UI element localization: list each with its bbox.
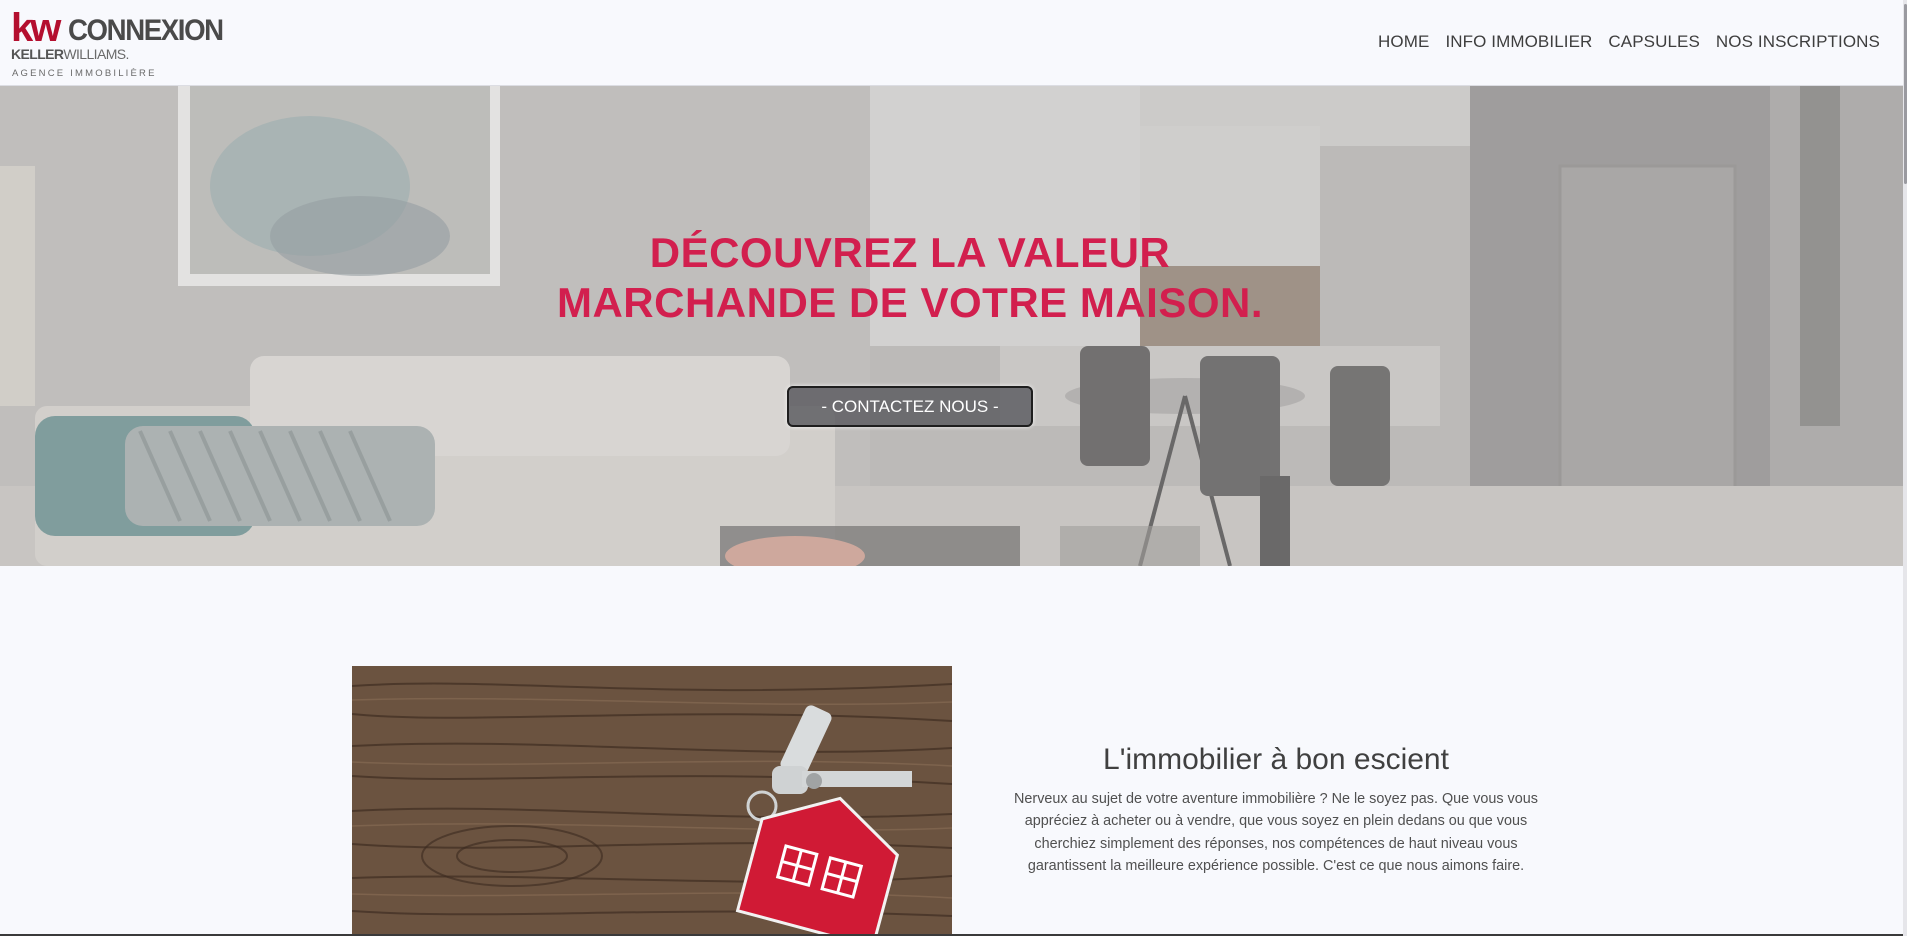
logo-tagline: AGENCE IMMOBILIÈRE [12, 68, 157, 79]
logo[interactable]: kw CONNEXION KELLERWILLIAMS. AGENCE IMMO… [11, 6, 224, 80]
about-body: Nerveux au sujet de votre aventure immob… [1014, 791, 1538, 875]
about-section: L'immobilier à bon escient Nerveux au su… [1000, 740, 1552, 878]
nav-item-capsules[interactable]: CAPSULES [1608, 32, 1700, 52]
nav-item-home[interactable]: HOME [1378, 32, 1429, 52]
logo-keller-williams: KELLERWILLIAMS. [11, 46, 129, 62]
hero-title-line-1: DÉCOUVREZ LA VALEUR [649, 229, 1171, 276]
hero-title-line-2: MARCHANDE DE VOTRE MAISON. [556, 279, 1264, 326]
house-key-image [352, 666, 952, 936]
hero-section: DÉCOUVREZ LA VALEUR MARCHANDE DE VOTRE M… [0, 86, 1903, 566]
main-nav: HOME INFO IMMOBILIER CAPSULES NOS INSCRI… [1378, 32, 1880, 52]
site-header: kw CONNEXION KELLERWILLIAMS. AGENCE IMMO… [0, 0, 1903, 86]
page-scrollbar[interactable] [1903, 0, 1907, 936]
logo-kw-mark: kw [11, 6, 61, 50]
logo-keller: KELLER [11, 46, 64, 62]
page: kw CONNEXION KELLERWILLIAMS. AGENCE IMMO… [0, 0, 1907, 936]
contact-button[interactable]: - CONTACTEZ NOUS - [787, 386, 1033, 427]
logo-brand-name: CONNEXION [68, 14, 224, 47]
house-key-illustration [352, 666, 952, 936]
nav-item-nos-inscriptions[interactable]: NOS INSCRIPTIONS [1716, 32, 1880, 52]
logo-williams: WILLIAMS. [63, 46, 129, 62]
about-heading: L'immobilier à bon escient [1103, 743, 1449, 776]
nav-item-info-immobilier[interactable]: INFO IMMOBILIER [1445, 32, 1592, 52]
hero-title: DÉCOUVREZ LA VALEUR MARCHANDE DE VOTRE M… [0, 228, 1820, 328]
